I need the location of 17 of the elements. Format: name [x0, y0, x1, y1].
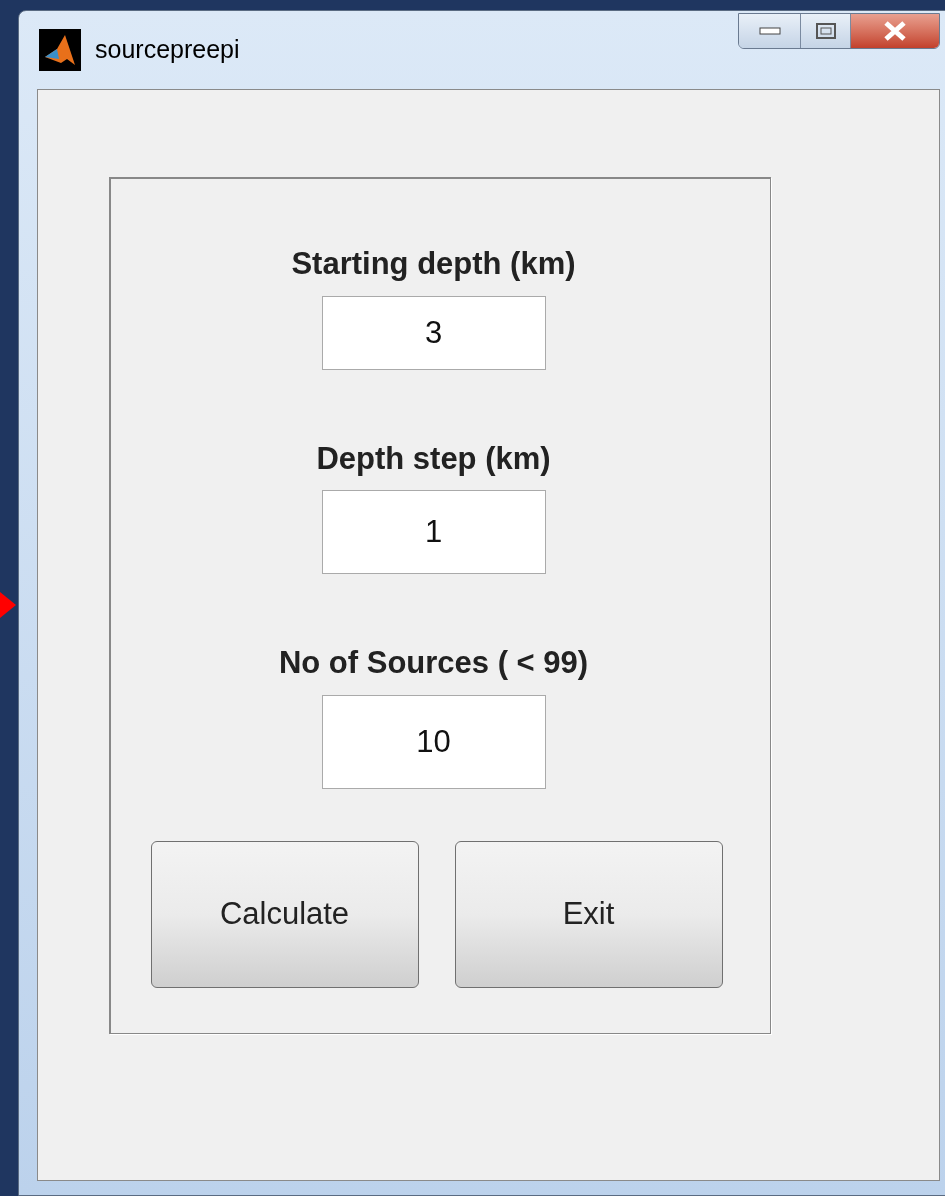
- field-label: Starting depth (km): [291, 245, 576, 283]
- app-logo-icon: [39, 29, 81, 71]
- arrow-marker-icon: [0, 592, 16, 618]
- field-label: No of Sources ( < 99): [278, 644, 589, 682]
- minimize-button[interactable]: [739, 14, 801, 48]
- window-title: sourcepreepi: [95, 34, 240, 66]
- close-icon: [883, 21, 907, 41]
- push-button[interactable]: Calculate: [150, 840, 419, 988]
- maximize-button[interactable]: [801, 14, 851, 48]
- minimize-icon: [758, 27, 781, 35]
- field-label: Depth step (km): [316, 439, 551, 478]
- push-button[interactable]: Exit: [454, 840, 723, 988]
- input-field[interactable]: 10: [321, 694, 546, 789]
- maximize-icon: [815, 23, 836, 39]
- input-field[interactable]: 1: [321, 490, 546, 574]
- input-field[interactable]: 3: [321, 295, 546, 370]
- close-button[interactable]: [851, 14, 939, 48]
